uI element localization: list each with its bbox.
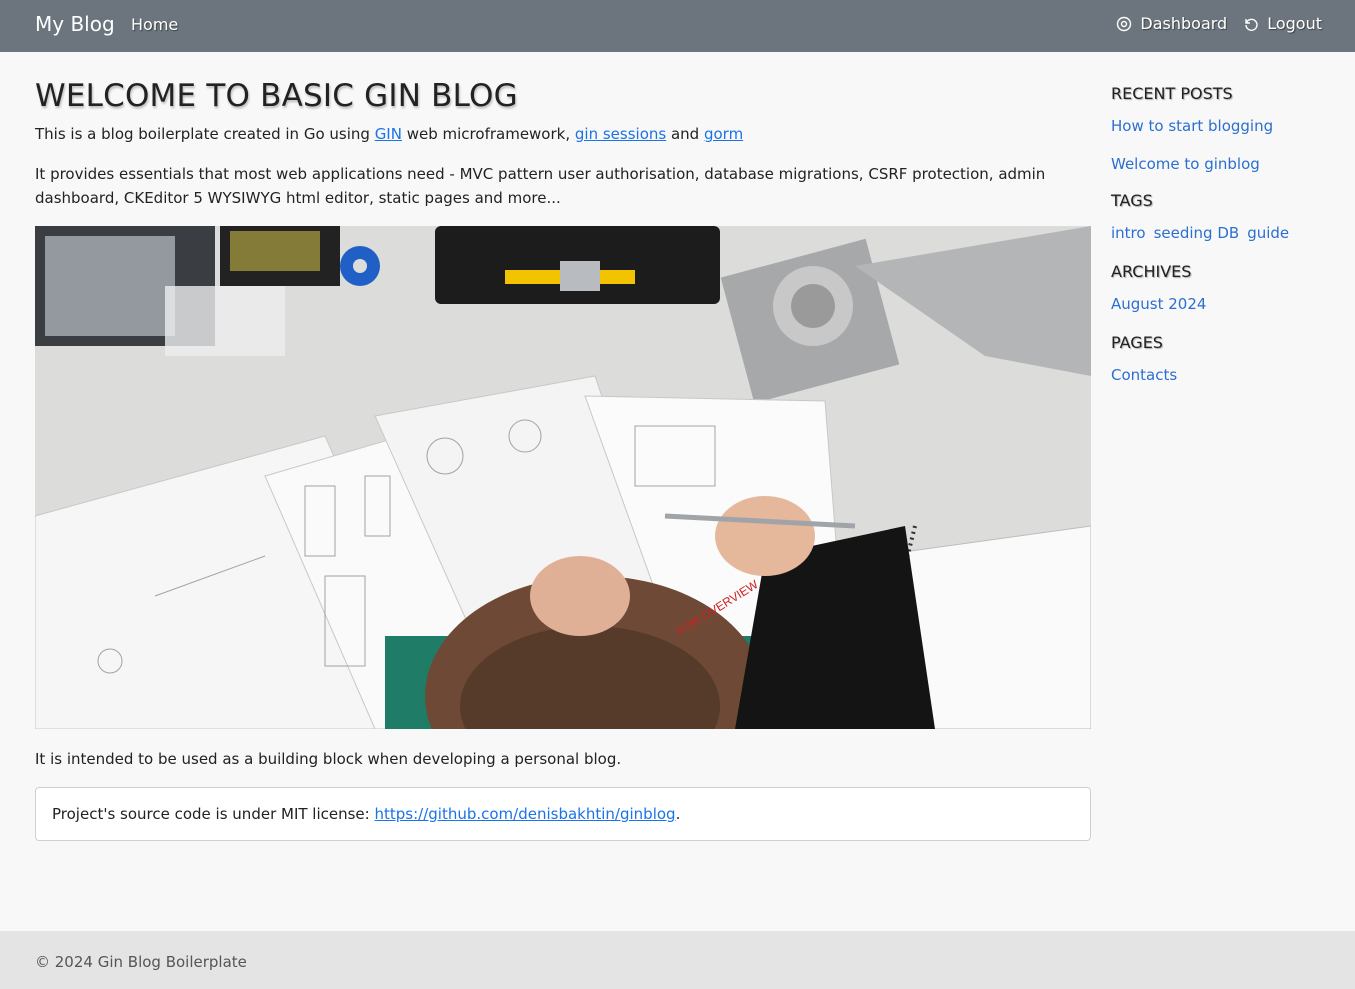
recent-post-link[interactable]: How to start blogging — [1111, 117, 1341, 135]
description-paragraph: It provides essentials that most web app… — [35, 165, 1046, 207]
gorm-link[interactable]: gorm — [704, 125, 743, 143]
tag-link[interactable]: guide — [1247, 224, 1289, 242]
brand-link[interactable]: My Blog — [35, 12, 115, 36]
tag-link[interactable]: seeding DB — [1154, 224, 1240, 242]
github-link[interactable]: https://github.com/denisbakhtin/ginblog — [374, 805, 675, 823]
top-navbar: My Blog Home Dashboard Logout — [0, 0, 1355, 52]
dashboard-label: Dashboard — [1140, 14, 1228, 33]
intro-text-2: web microframework, — [401, 125, 575, 143]
footer: © 2024 Gin Blog Boilerplate — [0, 931, 1355, 989]
sidebar: RECENT POSTS How to start blogging Welco… — [1111, 84, 1341, 404]
tags-heading: TAGS — [1111, 191, 1153, 210]
page-title: WELCOME TO BASIC GIN BLOG — [35, 78, 518, 114]
purpose-paragraph: It is intended to be used as a building … — [35, 750, 622, 768]
gin-sessions-link[interactable]: gin sessions — [575, 125, 666, 143]
footer-copyright: © 2024 Gin Blog Boilerplate — [35, 953, 247, 971]
pages-heading: PAGES — [1111, 333, 1163, 352]
tag-link[interactable]: intro — [1111, 224, 1146, 242]
recent-post-link[interactable]: Welcome to ginblog — [1111, 155, 1341, 173]
nav-right-group: Dashboard Logout — [1116, 14, 1322, 33]
intro-paragraph: This is a blog boilerplate created in Go… — [35, 122, 1091, 146]
license-box: Project's source code is under MIT licen… — [35, 787, 1091, 841]
archives-heading: ARCHIVES — [1111, 262, 1192, 281]
page-link-contacts[interactable]: Contacts — [1111, 366, 1341, 384]
tags-list: intro seeding DB guide — [1111, 224, 1341, 242]
logout-icon — [1245, 18, 1258, 31]
license-suffix: . — [675, 805, 681, 823]
intro-text-3: and — [666, 125, 704, 143]
archive-link[interactable]: August 2024 — [1111, 295, 1341, 313]
hero-image: FOR OVERVIEW — [35, 226, 1091, 729]
logout-link[interactable]: Logout — [1243, 14, 1322, 33]
dashboard-link[interactable]: Dashboard — [1116, 14, 1227, 33]
intro-text-1: This is a blog boilerplate created in Go… — [35, 125, 375, 143]
dashboard-icon — [1117, 16, 1132, 31]
recent-posts-heading: RECENT POSTS — [1111, 84, 1233, 103]
nav-home-link[interactable]: Home — [131, 15, 178, 34]
logout-label: Logout — [1267, 14, 1322, 33]
gin-link[interactable]: GIN — [375, 125, 402, 143]
main-content: WELCOME TO BASIC GIN BLOG This is a blog… — [35, 78, 1091, 841]
license-text: Project's source code is under MIT licen… — [52, 805, 375, 823]
